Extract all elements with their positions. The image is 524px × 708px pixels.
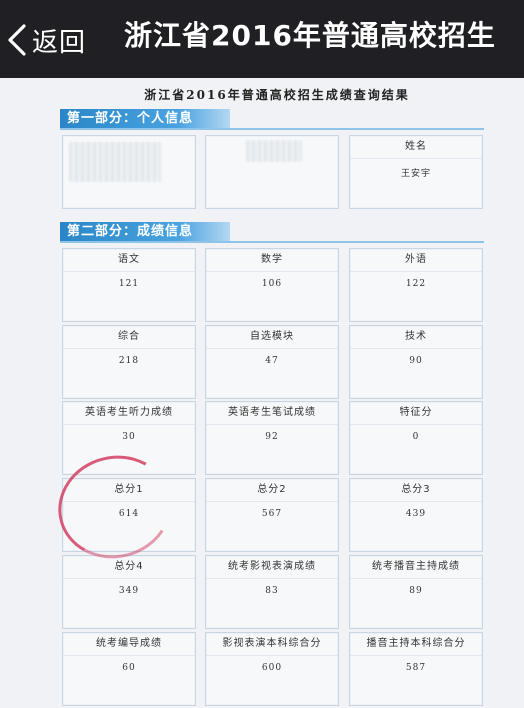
score-box: 特征分 0	[349, 401, 483, 475]
score-label: 统考影视表演成绩	[206, 556, 338, 579]
score-value: 218	[118, 356, 140, 366]
score-box: 播音主持本科综合分 587	[349, 632, 483, 706]
score-label: 总分2	[206, 479, 338, 502]
score-label: 统考编导成绩	[63, 633, 195, 656]
score-box: 统考影视表演成绩 83	[205, 555, 339, 629]
score-value: 600	[261, 663, 283, 673]
score-label: 影视表演本科综合分	[206, 633, 338, 656]
score-label: 特征分	[350, 402, 482, 425]
score-label: 统考播音主持成绩	[350, 556, 482, 579]
score-box: 英语考生笔试成绩 92	[205, 401, 339, 475]
score-box: 统考播音主持成绩 89	[349, 555, 483, 629]
score-label: 技术	[350, 326, 482, 349]
score-box: 总分3 439	[349, 478, 483, 552]
name-label: 姓名	[350, 136, 482, 159]
score-box: 自选模块 47	[205, 325, 339, 399]
score-box: 外语 122	[349, 248, 483, 322]
name-value: 王安宇	[400, 169, 431, 179]
name-box: 姓名 王安宇	[349, 135, 483, 209]
redaction-blur	[69, 142, 161, 182]
score-value: 121	[118, 279, 140, 289]
score-label: 总分3	[350, 479, 482, 502]
score-value: 439	[405, 509, 427, 519]
document-view[interactable]: 浙江省2016年普通高校招生成绩查询结果 第一部分：个人信息 姓名 王安宇 第二…	[0, 78, 524, 708]
score-label: 综合	[63, 326, 195, 349]
document-title: 浙江省2016年普通高校招生成绩查询结果	[144, 88, 410, 102]
score-box: 综合 218	[62, 325, 196, 399]
score-value: 0	[412, 432, 420, 442]
score-label: 英语考生笔试成绩	[206, 402, 338, 425]
personal-info-box-redacted-1	[62, 135, 196, 209]
score-value: 587	[405, 663, 427, 673]
score-box: 数学 106	[205, 248, 339, 322]
score-value: 30	[122, 432, 136, 442]
score-box: 总分4 349	[62, 555, 196, 629]
score-box: 统考编导成绩 60	[62, 632, 196, 706]
score-label: 播音主持本科综合分	[350, 633, 482, 656]
score-value: 106	[261, 279, 283, 289]
personal-info-box-redacted-2	[205, 135, 339, 209]
section-divider	[60, 128, 484, 130]
section-divider	[60, 241, 484, 243]
score-label: 总分4	[63, 556, 195, 579]
score-value: 567	[261, 509, 283, 519]
score-value: 90	[409, 356, 423, 366]
page-title: 浙江省2016年普通高校招生	[124, 19, 496, 52]
score-value: 83	[265, 586, 279, 596]
redaction-blur	[246, 140, 302, 162]
score-value: 122	[405, 279, 427, 289]
score-label: 数学	[206, 249, 338, 272]
back-button[interactable]: 返回	[6, 16, 86, 64]
score-value: 349	[118, 586, 140, 596]
score-label: 外语	[350, 249, 482, 272]
score-box: 技术 90	[349, 325, 483, 399]
score-value: 89	[409, 586, 423, 596]
chevron-left-icon	[8, 24, 26, 56]
score-value: 60	[122, 663, 136, 673]
section-personal-info-heading: 第一部分：个人信息	[60, 109, 230, 128]
section-scores-heading: 第二部分：成绩信息	[60, 222, 230, 241]
score-box: 语文 121	[62, 248, 196, 322]
score-value: 47	[265, 356, 279, 366]
score-label: 语文	[63, 249, 195, 272]
score-label: 自选模块	[206, 326, 338, 349]
score-box: 影视表演本科综合分 600	[205, 632, 339, 706]
score-box: 总分2 567	[205, 478, 339, 552]
back-label: 返回	[32, 27, 87, 58]
score-value: 92	[265, 432, 279, 442]
nav-bar: 返回 浙江省2016年普通高校招生	[0, 0, 524, 78]
score-label: 英语考生听力成绩	[63, 402, 195, 425]
